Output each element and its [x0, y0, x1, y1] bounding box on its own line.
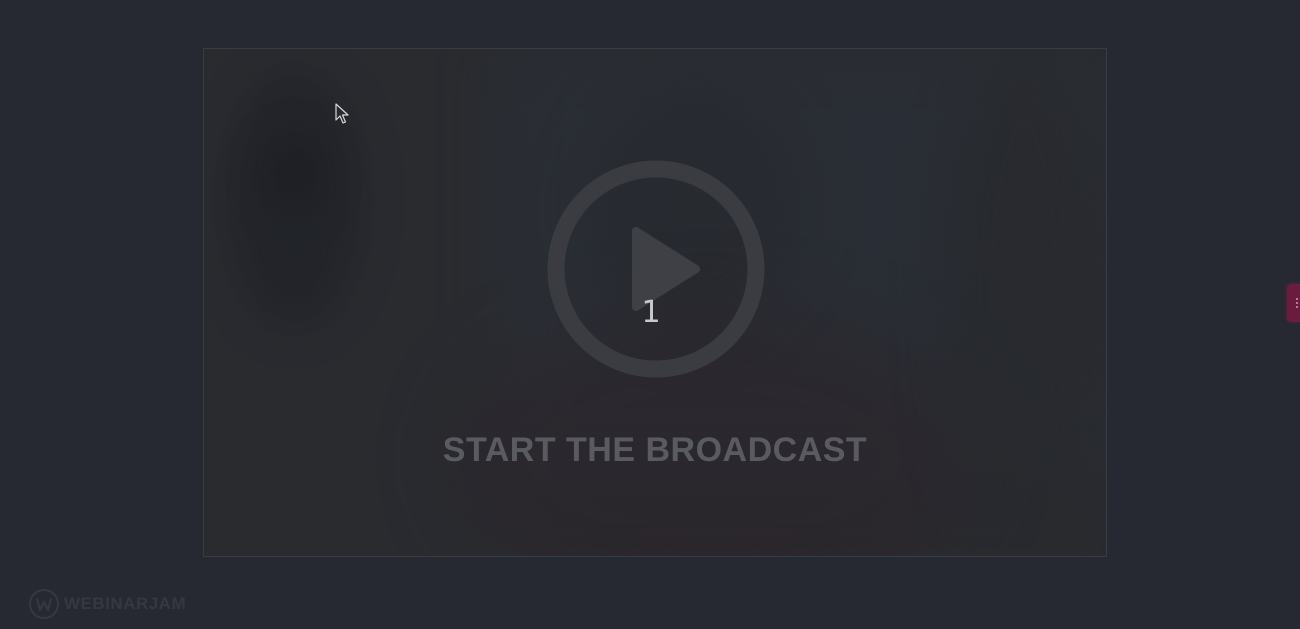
brand-name: WEBINARJAM [64, 594, 187, 613]
start-broadcast-label[interactable]: START THE BROADCAST [204, 431, 1106, 470]
mouse-cursor-icon [335, 103, 349, 125]
webinarjam-logo-icon [29, 589, 59, 619]
countdown-number: 1 [641, 295, 661, 330]
webinar-page: 1 START THE BROADCAST WEBINARJAM [0, 0, 1300, 629]
brand-logo: WEBINARJAM [28, 588, 186, 620]
grip-icon [1296, 298, 1300, 308]
play-icon [547, 160, 765, 378]
play-button[interactable] [546, 159, 766, 379]
side-panel-toggle[interactable] [1287, 284, 1300, 322]
